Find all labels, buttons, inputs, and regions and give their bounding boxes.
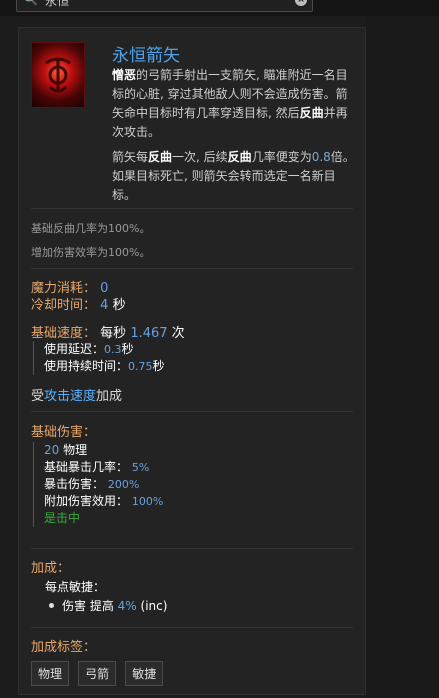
cooldown-row: 冷却时间： 4 秒 [31,294,126,313]
divider [31,268,353,269]
tag-list: 物理 弓箭 敏捷 [31,661,167,686]
use-duration-unit: 秒 [152,359,165,373]
per-dexterity-text: 每点敏捷： [45,580,106,594]
divider [31,627,353,628]
physical-damage-label: 物理 [63,443,88,457]
base-damage-efficiency: 增加伤害效率为100%。 [31,246,151,259]
physical-damage-row: 20 物理 [44,442,163,459]
tag-dexterity[interactable]: 敏捷 [125,661,164,686]
cooldown-label: 冷却时间： [31,298,97,313]
desc-multiplier: 0.8 [311,150,331,164]
use-delay-row: 使用延迟：0.3秒 [44,341,165,358]
base-ricochet-chance: 基础反曲几率为100%。 [31,222,151,235]
base-speed-row: 基础速度： 每秒 1.467 次 [31,322,185,341]
right-background [366,16,439,698]
desc-keyword-ricochet: 反曲 [227,150,252,164]
attack-speed-note: 受攻击速度加成 [31,385,122,404]
use-duration-label: 使用持续时间： [44,359,129,373]
scaling-item-suffix: (inc) [140,599,168,613]
divider [31,548,353,549]
crit-chance-row: 基础暴击几率： 5% [44,459,163,476]
scaling-item: 伤害 提高 4% (inc) [45,597,167,614]
scaling-row: 加成： [31,557,70,576]
crit-chance-value: 5% [131,461,150,474]
use-delay-label: 使用延迟： [44,342,105,356]
clear-search-icon[interactable]: × [295,0,307,6]
desc-keyword-ricochet: 反曲 [148,150,173,164]
tag-physical[interactable]: 物理 [31,661,70,686]
desc-text: 一次, 后续 [172,150,228,164]
scaling-item-value: 4% [117,599,137,613]
on-hit-tag: 是击中 [44,511,81,525]
added-damage-effectiveness-value: 100% [131,495,164,508]
damage-details: 20 物理 基础暴击几率： 5% 暴击伤害： 200% 附加伤害效用： 100%… [33,442,163,527]
added-damage-effectiveness-label: 附加伤害效用： [44,494,129,508]
desc-text: 箭矢每 [112,150,149,164]
base-speed-label: 基础速度： [31,326,97,341]
use-duration-row: 使用持续时间：0.75秒 [44,358,165,375]
speed-unit: 次 [171,326,185,341]
search-box[interactable]: 🔍 永恒 × [16,0,313,12]
skill-title: 永恒箭矢 [112,46,180,66]
added-damage-effectiveness-row: 附加伤害效用： 100% [44,493,163,510]
use-delay-value: 0.3 [104,343,122,356]
tag-bow[interactable]: 弓箭 [78,661,117,686]
speed-value: 1.467 [130,326,168,341]
scaling-item-text: 伤害 提高 [62,599,114,613]
skill-description: 憎恶的弓箭手射出一支箭矢, 瞄准附近一名目标的心脏, 穿过其他敌人则不会造成伤害… [112,66,358,205]
physical-damage-value: 20 [44,443,60,457]
search-icon: 🔍 [23,0,38,6]
scaling-label: 加成： [31,561,71,576]
skill-tooltip-panel: 永恒箭矢 憎恶的弓箭手射出一支箭矢, 瞄准附近一名目标的心脏, 穿过其他敌人则不… [18,27,366,695]
use-delay-unit: 秒 [121,342,134,356]
speed-details: 使用延迟：0.3秒 使用持续时间：0.75秒 [33,341,165,375]
cooldown-unit: 秒 [112,298,126,313]
base-damage-label: 基础伤害： [31,425,97,440]
desc-keyword-hatred: 憎恶 [112,68,137,82]
base-damage-row: 基础伤害： [31,421,96,440]
note-suffix: 加成 [96,389,123,404]
skill-icon [31,42,85,108]
use-duration-value: 0.75 [128,360,153,373]
desc-keyword-ricochet: 反曲 [299,106,324,120]
divider [31,208,353,209]
speed-prefix: 每秒 [100,326,127,341]
bullet-icon [49,603,54,608]
crit-damage-row: 暴击伤害： 200% [44,476,163,493]
crit-chance-label: 基础暴击几率： [44,460,129,474]
tags-label: 加成标签： [31,640,97,655]
tags-row: 加成标签： [31,636,96,655]
attack-speed-link[interactable]: 攻击速度 [44,389,96,404]
per-dexterity-label: 每点敏捷： [45,578,105,595]
divider [31,411,353,412]
crit-damage-label: 暴击伤害： [44,477,105,491]
crit-damage-value: 200% [107,478,140,491]
cooldown-value: 4 [100,298,109,313]
desc-text: 几率便变为 [251,150,312,164]
search-input[interactable]: 永恒 [45,0,69,9]
note-prefix: 受 [31,389,45,404]
